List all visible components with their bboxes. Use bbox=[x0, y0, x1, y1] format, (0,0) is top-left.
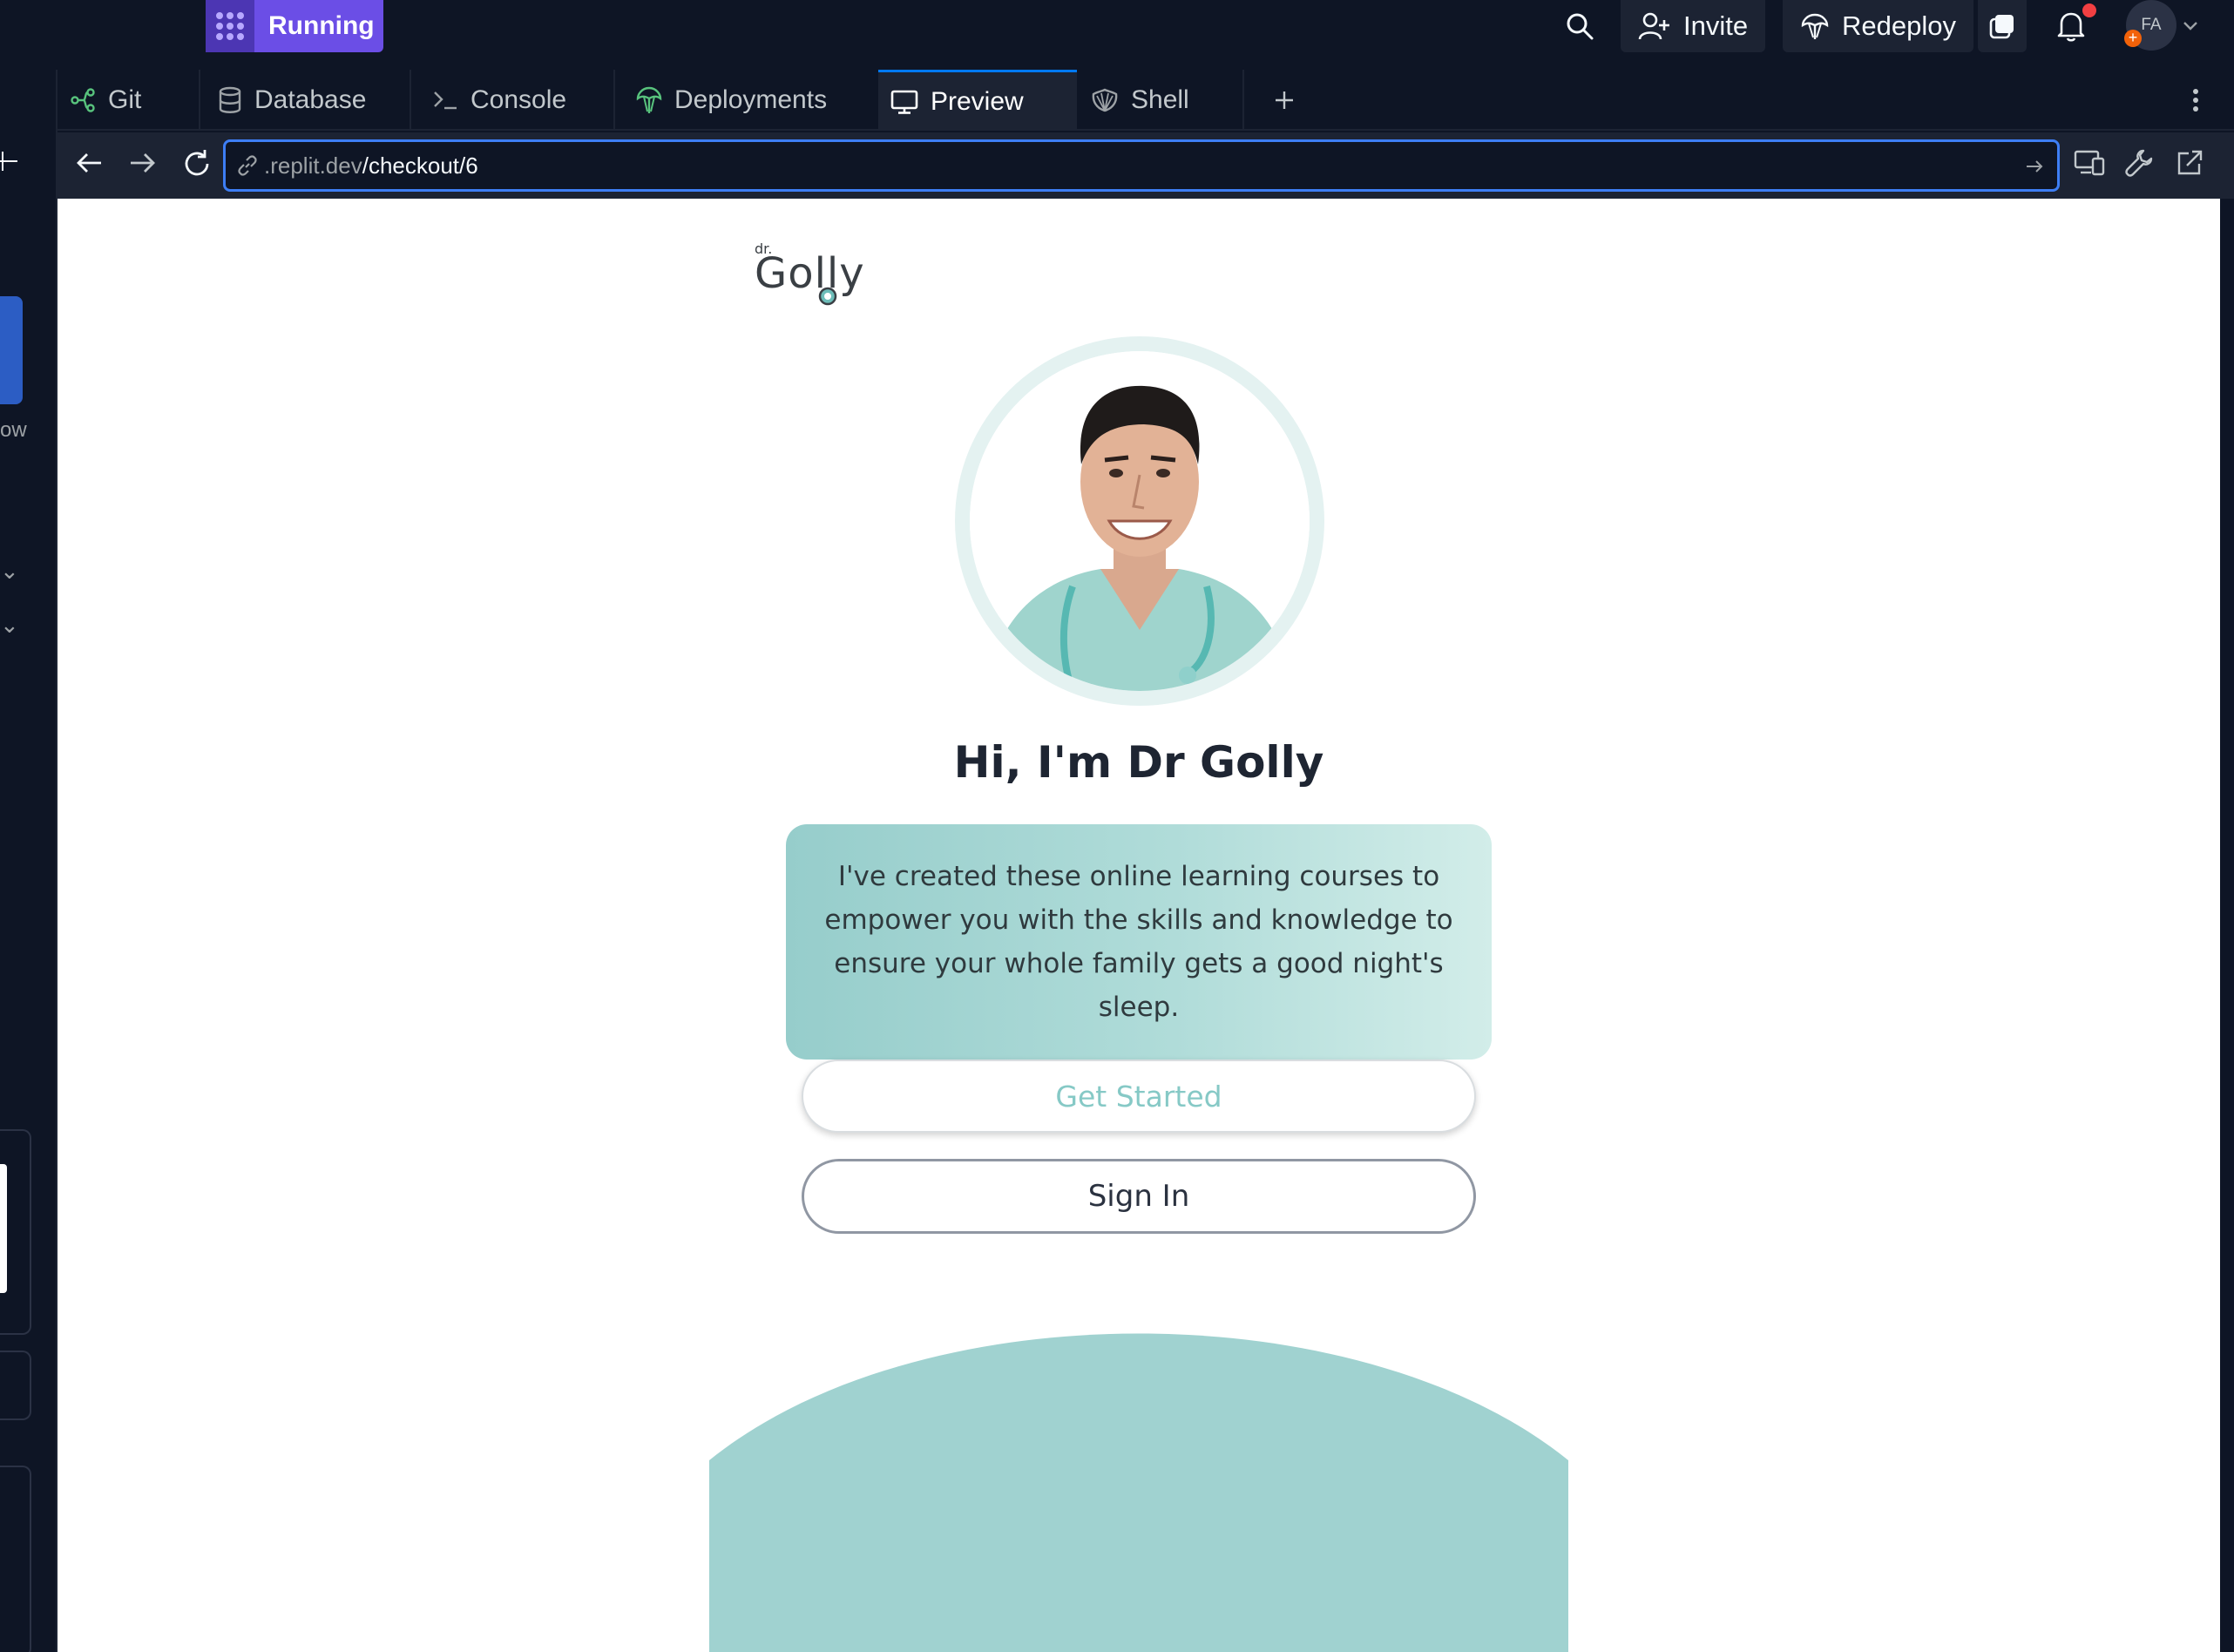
left-sidebar-partial: ow ⌄ ⌄ bbox=[0, 70, 58, 1652]
search-button[interactable] bbox=[1560, 0, 1600, 52]
arrow-right-icon bbox=[131, 153, 155, 173]
notification-dot bbox=[2082, 3, 2096, 17]
deployments-icon bbox=[636, 86, 662, 113]
sidebar-control[interactable] bbox=[0, 1351, 31, 1420]
plus-icon-stem bbox=[2, 152, 3, 171]
tab-label: Console bbox=[470, 85, 567, 114]
shell-icon bbox=[1092, 88, 1118, 112]
sidebar-partial-text: ow bbox=[0, 418, 27, 442]
tab-divider bbox=[1242, 70, 1244, 131]
url-input[interactable]: .replit.dev /checkout/6 bbox=[223, 139, 2060, 192]
devices-icon bbox=[2074, 150, 2105, 176]
account-menu-chevron[interactable] bbox=[2182, 0, 2199, 52]
tab-label: Shell bbox=[1131, 85, 1189, 114]
external-link-icon bbox=[2177, 150, 2203, 175]
decorative-arc bbox=[709, 1333, 1568, 1652]
redeploy-label: Redeploy bbox=[1842, 10, 1956, 41]
wrench-icon bbox=[2125, 149, 2153, 177]
copy-icon bbox=[1989, 15, 2014, 39]
url-host: .replit.dev bbox=[264, 152, 362, 179]
more-vertical-icon bbox=[2193, 89, 2198, 112]
monitor-icon bbox=[890, 90, 918, 114]
invite-label: Invite bbox=[1683, 10, 1749, 41]
tab-label: Deployments bbox=[674, 85, 828, 114]
tab-git[interactable]: Git bbox=[58, 70, 197, 131]
reload-button[interactable] bbox=[181, 148, 213, 179]
chevron-down-icon[interactable]: ⌄ bbox=[0, 612, 19, 639]
add-user-icon bbox=[1638, 12, 1669, 40]
doctor-portrait-frame bbox=[955, 336, 1324, 706]
intro-text: I've created these online learning cours… bbox=[824, 861, 1453, 1023]
tab-label: Git bbox=[108, 85, 142, 114]
run-label: Running bbox=[268, 11, 375, 40]
sign-in-button[interactable]: Sign In bbox=[802, 1159, 1476, 1234]
link-icon bbox=[238, 155, 257, 176]
pane-menu-button[interactable] bbox=[2180, 70, 2215, 131]
page-title: Hi, I'm Dr Golly bbox=[953, 737, 1324, 788]
chevron-down-icon bbox=[2183, 22, 2197, 30]
multiplayer-button[interactable] bbox=[1978, 0, 2027, 52]
open-new-tab-button[interactable] bbox=[2175, 148, 2204, 178]
new-tab-button[interactable] bbox=[1262, 70, 1314, 131]
tab-deployments[interactable]: Deployments bbox=[615, 70, 877, 131]
database-icon bbox=[219, 86, 241, 113]
replit-run-icon bbox=[206, 0, 254, 52]
run-button[interactable]: Running bbox=[206, 0, 383, 52]
forward-button[interactable] bbox=[127, 148, 157, 178]
sidebar-selected-block[interactable] bbox=[0, 296, 23, 404]
tab-console[interactable]: Console bbox=[411, 70, 612, 131]
back-button[interactable] bbox=[75, 148, 105, 178]
right-edge bbox=[2220, 199, 2234, 1652]
git-icon bbox=[71, 88, 95, 112]
doctor-portrait bbox=[970, 351, 1310, 691]
sidebar-panel-highlight bbox=[0, 1164, 7, 1293]
invite-button[interactable]: Invite bbox=[1621, 0, 1766, 52]
devtools-button[interactable] bbox=[2124, 148, 2154, 178]
notifications-button[interactable] bbox=[2049, 0, 2096, 52]
avatar-badge: + bbox=[2124, 30, 2142, 47]
intro-card: I've created these online learning cours… bbox=[786, 824, 1492, 1060]
get-started-button[interactable]: Get Started bbox=[802, 1060, 1476, 1133]
arrow-left-icon bbox=[77, 153, 101, 173]
refresh-icon bbox=[185, 150, 209, 176]
go-arrow-icon[interactable] bbox=[2024, 156, 2045, 177]
plus-icon bbox=[1276, 91, 1293, 109]
bell-icon bbox=[2057, 12, 2085, 42]
tab-shell[interactable]: Shell bbox=[1079, 70, 1253, 131]
top-bar: Running Invite Redeploy FA + bbox=[0, 0, 2234, 70]
sidebar-panel bbox=[0, 1466, 31, 1652]
tab-label: Database bbox=[254, 85, 367, 114]
preview-pane: dr. Golly Hi, I'm Dr Golly I've created … bbox=[58, 199, 2220, 1652]
url-path: /checkout/6 bbox=[362, 152, 478, 179]
console-icon bbox=[434, 91, 457, 110]
devices-button[interactable] bbox=[2074, 148, 2105, 178]
pane-tab-bar: Git Database Console Deployments Preview… bbox=[58, 70, 2234, 131]
stethoscope-icon bbox=[818, 287, 837, 306]
deploy-icon bbox=[1801, 13, 1829, 39]
search-icon bbox=[1567, 13, 1594, 40]
tab-database[interactable]: Database bbox=[200, 70, 408, 131]
preview-toolbar: .replit.dev /checkout/6 bbox=[58, 132, 2234, 199]
chevron-down-icon[interactable]: ⌄ bbox=[0, 558, 19, 585]
redeploy-button[interactable]: Redeploy bbox=[1783, 0, 1973, 52]
tab-preview[interactable]: Preview bbox=[878, 70, 1077, 131]
tab-label: Preview bbox=[931, 86, 1024, 116]
